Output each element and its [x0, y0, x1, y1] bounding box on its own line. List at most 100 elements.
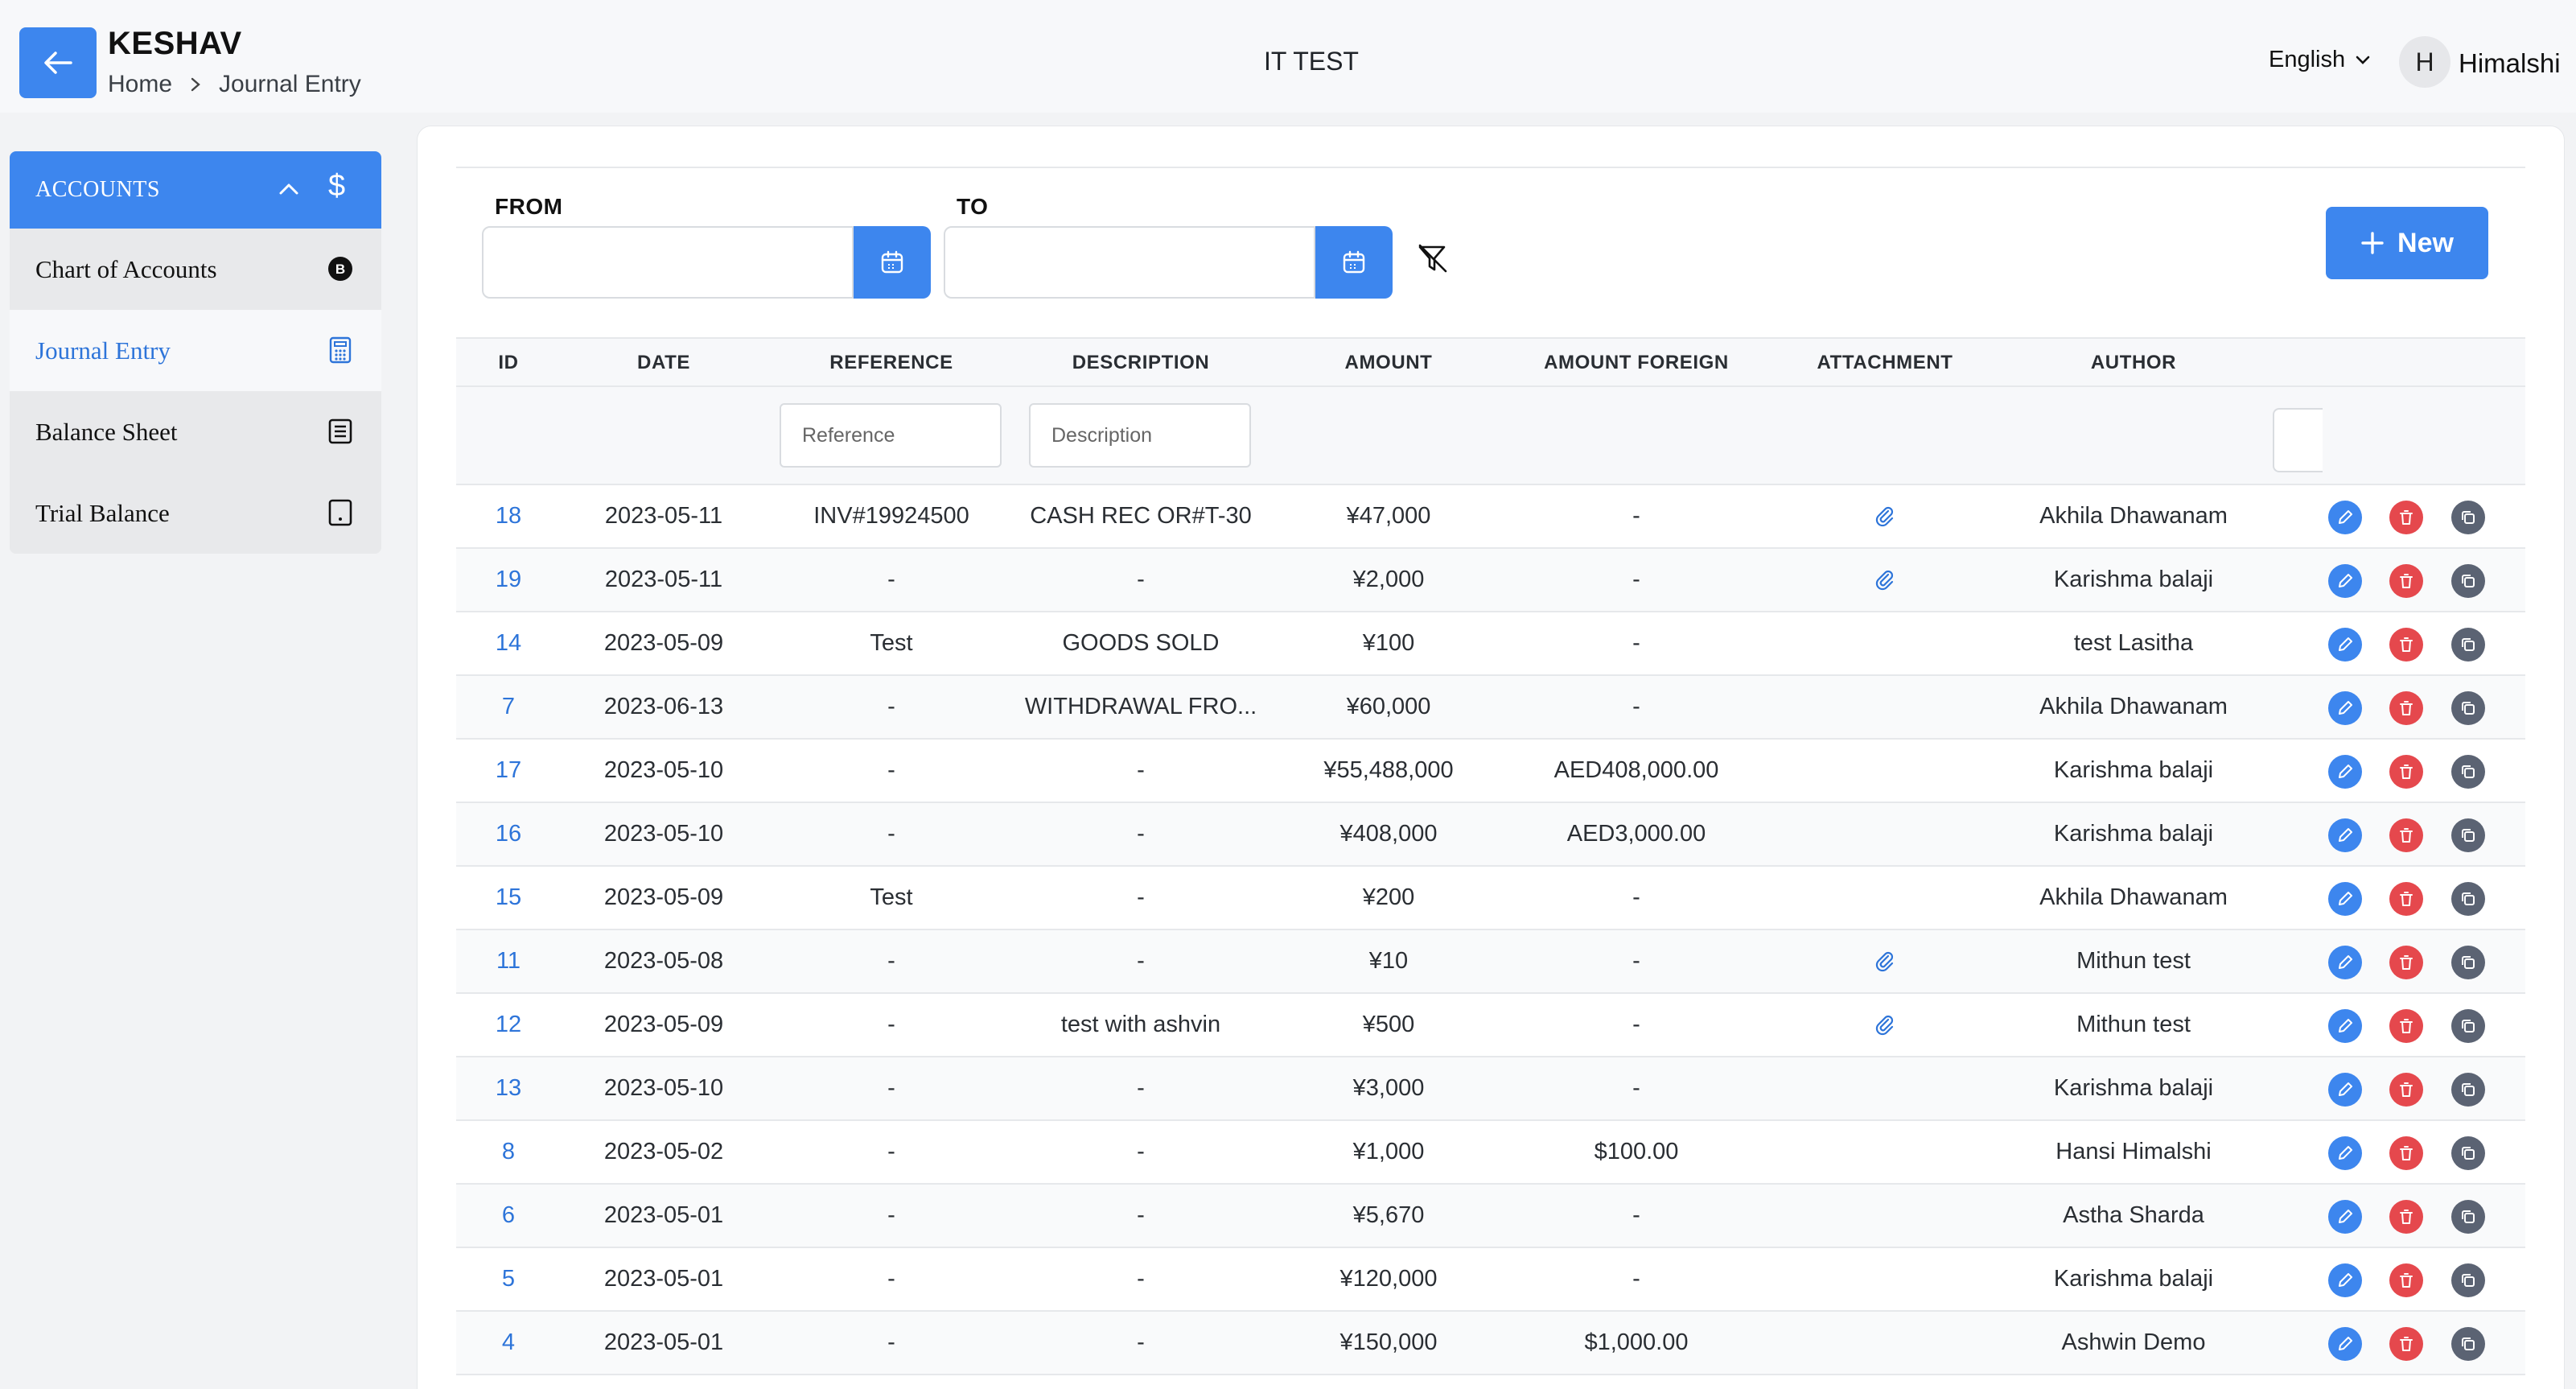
cell-id[interactable]: 14 [456, 612, 561, 674]
edit-button[interactable] [2328, 691, 2362, 725]
duplicate-button[interactable] [2451, 1073, 2485, 1107]
table-row[interactable]: 17 2023-05-10 - - ¥55,488,000 AED408,000.00 Ka… [456, 740, 2525, 803]
table-row[interactable]: 4 2023-05-01 - - ¥150,000 $1,000.00 Ashwin Dem… [456, 1312, 2525, 1375]
avatar[interactable]: H [2399, 36, 2450, 88]
table-row[interactable]: 12 2023-05-09 - test with ashvin ¥500 - Mithun… [456, 994, 2525, 1057]
duplicate-button[interactable] [2451, 946, 2485, 979]
table-row[interactable]: 11 2023-05-08 - - ¥10 - Mithun test [456, 930, 2525, 994]
breadcrumb-home[interactable]: Home [108, 71, 172, 98]
edit-button[interactable] [2328, 755, 2362, 789]
from-calendar-button[interactable] [854, 226, 931, 299]
delete-button[interactable] [2389, 1263, 2423, 1297]
chevron-up-icon[interactable] [278, 177, 299, 203]
paperclip-icon[interactable] [1761, 549, 2009, 611]
cell-id[interactable]: 12 [456, 994, 561, 1056]
to-date-input[interactable] [944, 226, 1315, 299]
duplicate-button[interactable] [2451, 1136, 2485, 1170]
table-row[interactable]: 7 2023-06-13 - WITHDRAWAL FRO... ¥60,000 - Akh… [456, 676, 2525, 740]
clear-filter-icon[interactable] [1417, 242, 1449, 274]
back-button[interactable] [19, 27, 97, 98]
delete-button[interactable] [2389, 1136, 2423, 1170]
column-header-date[interactable]: DATE [561, 339, 767, 387]
duplicate-button[interactable] [2451, 691, 2485, 725]
edit-button[interactable] [2328, 1200, 2362, 1234]
reference-filter-input[interactable]: Reference [780, 403, 1002, 468]
delete-button[interactable] [2389, 882, 2423, 916]
paperclip-icon[interactable] [1761, 485, 2009, 547]
sidebar-item-trial-balance[interactable]: Trial Balance [10, 472, 381, 554]
column-header-id[interactable]: ID [456, 339, 561, 387]
delete-button[interactable] [2389, 691, 2423, 725]
language-select[interactable]: English [2269, 47, 2371, 73]
cell-id[interactable]: 16 [456, 803, 561, 865]
column-header-author[interactable]: AUTHOR [2009, 339, 2258, 387]
delete-button[interactable] [2389, 1327, 2423, 1361]
to-calendar-button[interactable] [1315, 226, 1393, 299]
duplicate-button[interactable] [2451, 501, 2485, 534]
column-header-reference[interactable]: REFERENCE [767, 339, 1016, 387]
delete-button[interactable] [2389, 818, 2423, 852]
duplicate-button[interactable] [2451, 564, 2485, 598]
duplicate-button[interactable] [2451, 628, 2485, 662]
delete-button[interactable] [2389, 501, 2423, 534]
duplicate-button[interactable] [2451, 882, 2485, 916]
edit-button[interactable] [2328, 818, 2362, 852]
cell-id[interactable]: 8 [456, 1121, 561, 1183]
edit-button[interactable] [2328, 882, 2362, 916]
delete-button[interactable] [2389, 1009, 2423, 1043]
table-row[interactable]: 16 2023-05-10 - - ¥408,000 AED3,000.00 Karishm… [456, 803, 2525, 867]
edit-button[interactable] [2328, 1073, 2362, 1107]
duplicate-button[interactable] [2451, 755, 2485, 789]
duplicate-button[interactable] [2451, 818, 2485, 852]
from-date-input[interactable] [482, 226, 854, 299]
table-row[interactable]: 15 2023-05-09 Test - ¥200 - Akhila Dhawanam [456, 867, 2525, 930]
delete-button[interactable] [2389, 1073, 2423, 1107]
cell-id[interactable]: 17 [456, 740, 561, 802]
user-name[interactable]: Himalshi [2459, 48, 2561, 79]
new-entry-button[interactable]: New [2326, 207, 2488, 279]
edit-button[interactable] [2328, 564, 2362, 598]
cell-id[interactable]: 11 [456, 930, 561, 992]
sidebar-item-journal-entry[interactable]: Journal Entry [10, 310, 381, 391]
edit-button[interactable] [2328, 628, 2362, 662]
delete-button[interactable] [2389, 755, 2423, 789]
paperclip-icon[interactable] [1761, 994, 2009, 1056]
table-row[interactable]: 8 2023-05-02 - - ¥1,000 $100.00 Hansi Himalshi [456, 1121, 2525, 1185]
table-row[interactable]: 5 2023-05-01 - - ¥120,000 - Karishma balaji [456, 1248, 2525, 1312]
duplicate-button[interactable] [2451, 1200, 2485, 1234]
table-row[interactable]: 14 2023-05-09 Test GOODS SOLD ¥100 - test Lasi… [456, 612, 2525, 676]
paperclip-icon[interactable] [1761, 930, 2009, 992]
table-row[interactable]: 19 2023-05-11 - - ¥2,000 - Karishma balaji [456, 549, 2525, 612]
cell-id[interactable]: 19 [456, 549, 561, 611]
table-row[interactable]: 6 2023-05-01 - - ¥5,670 - Astha Sharda [456, 1185, 2525, 1248]
cell-id[interactable]: 18 [456, 485, 561, 547]
duplicate-button[interactable] [2451, 1009, 2485, 1043]
delete-button[interactable] [2389, 628, 2423, 662]
edit-button[interactable] [2328, 1009, 2362, 1043]
edit-button[interactable] [2328, 1136, 2362, 1170]
cell-id[interactable]: 5 [456, 1248, 561, 1310]
delete-button[interactable] [2389, 564, 2423, 598]
table-row[interactable]: 13 2023-05-10 - - ¥3,000 - Karishma balaji [456, 1057, 2525, 1121]
edit-button[interactable] [2328, 1263, 2362, 1297]
column-header-amount[interactable]: AMOUNT [1265, 339, 1512, 387]
cell-id[interactable]: 4 [456, 1312, 561, 1374]
cell-id[interactable]: 13 [456, 1057, 561, 1119]
sidebar-item-balance-sheet[interactable]: Balance Sheet [10, 391, 381, 472]
sidebar-section-accounts[interactable]: ACCOUNTS $ [10, 151, 381, 229]
edit-button[interactable] [2328, 1327, 2362, 1361]
delete-button[interactable] [2389, 946, 2423, 979]
column-header-attachment[interactable]: ATTACHMENT [1761, 339, 2009, 387]
column-header-description[interactable]: DESCRIPTION [1016, 339, 1265, 387]
delete-button[interactable] [2389, 1200, 2423, 1234]
description-filter-input[interactable]: Description [1029, 403, 1251, 468]
cell-id[interactable]: 6 [456, 1185, 561, 1247]
sidebar-item-chart-of-accounts[interactable]: Chart of Accounts B [10, 229, 381, 310]
column-header-amount-foreign[interactable]: AMOUNT FOREIGN [1512, 339, 1761, 387]
table-row[interactable]: 18 2023-05-11 INV#19924500 CASH REC OR#T-30… [456, 485, 2525, 549]
cell-id[interactable]: 7 [456, 676, 561, 738]
edit-button[interactable] [2328, 501, 2362, 534]
duplicate-button[interactable] [2451, 1263, 2485, 1297]
edit-button[interactable] [2328, 946, 2362, 979]
author-filter-input[interactable] [2273, 408, 2323, 472]
